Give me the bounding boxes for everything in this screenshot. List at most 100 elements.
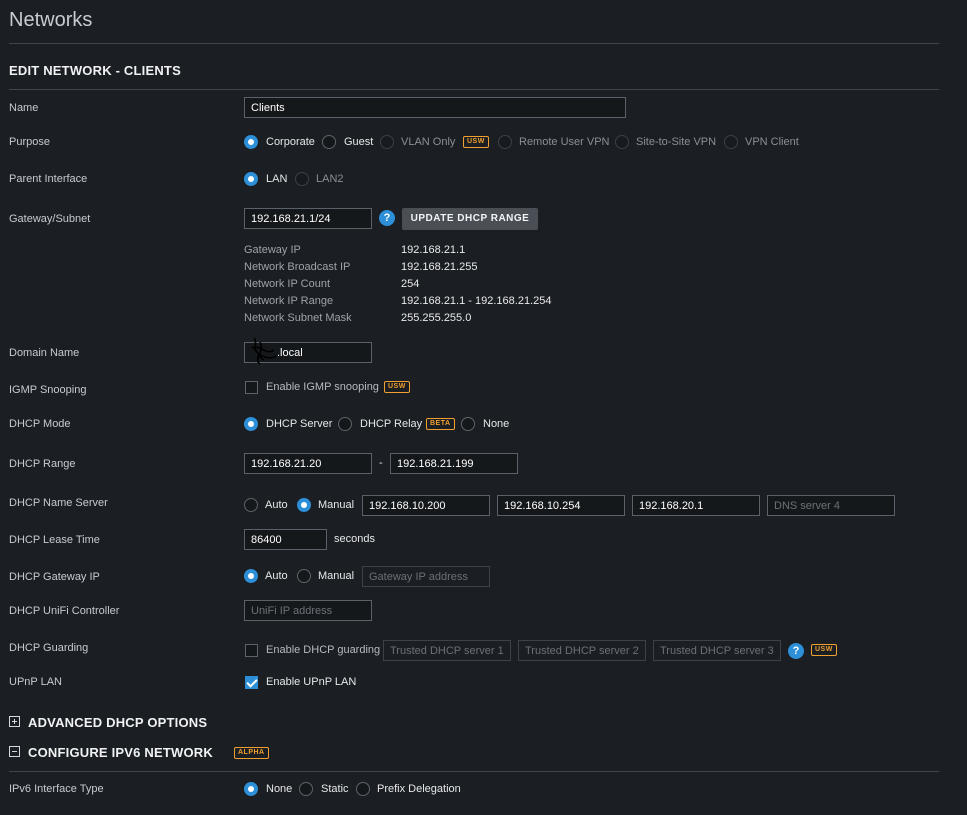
parent-lan-label: LAN bbox=[266, 173, 288, 185]
gateway-ip-manual-radio[interactable] bbox=[297, 569, 311, 583]
lease-time-input[interactable] bbox=[244, 529, 327, 550]
igmp-snooping-label: IGMP Snooping bbox=[9, 384, 87, 396]
name-server-manual-radio[interactable] bbox=[297, 498, 311, 512]
dns-server-2-input[interactable] bbox=[497, 495, 625, 516]
name-input[interactable] bbox=[244, 97, 626, 118]
dhcp-guarding-checkbox[interactable] bbox=[245, 644, 258, 657]
domain-name-label: Domain Name bbox=[9, 347, 80, 359]
ipv6-prefix-delegation-radio[interactable] bbox=[356, 782, 370, 796]
purpose-guest-radio[interactable] bbox=[322, 135, 336, 149]
divider bbox=[9, 771, 939, 772]
dhcp-guarding-label: DHCP Guarding bbox=[9, 642, 89, 654]
dhcp-lease-time-label: DHCP Lease Time bbox=[9, 534, 100, 546]
gateway-subnet-label: Gateway/Subnet bbox=[9, 213, 91, 225]
purpose-vlan-only-radio[interactable] bbox=[380, 135, 394, 149]
trusted-dhcp-server-2-input[interactable] bbox=[518, 640, 646, 661]
igmp-snooping-checkbox[interactable] bbox=[245, 381, 258, 394]
upnp-lan-option-label: Enable UPnP LAN bbox=[266, 676, 357, 688]
dhcp-unifi-controller-label: DHCP UniFi Controller bbox=[9, 605, 120, 617]
scribble-redaction bbox=[251, 337, 277, 365]
dhcp-none-label: None bbox=[483, 418, 510, 430]
dns-server-1-input[interactable] bbox=[362, 495, 490, 516]
dhcp-range-label: DHCP Range bbox=[9, 458, 76, 470]
usw-badge: USW bbox=[463, 136, 489, 148]
ipv6-static-label: Static bbox=[321, 783, 349, 795]
dns-server-4-input[interactable] bbox=[767, 495, 895, 516]
dns-server-3-input[interactable] bbox=[632, 495, 760, 516]
purpose-label: Purpose bbox=[9, 136, 50, 148]
help-icon[interactable]: ? bbox=[379, 210, 395, 226]
name-label: Name bbox=[9, 102, 39, 114]
usw-badge: USW bbox=[384, 381, 410, 393]
update-dhcp-range-button[interactable]: UPDATE DHCP RANGE bbox=[402, 208, 538, 230]
advanced-dhcp-options-header[interactable]: ADVANCED DHCP OPTIONS bbox=[28, 715, 207, 730]
upnp-lan-checkbox[interactable] bbox=[245, 676, 258, 689]
broadcast-info-label: Network Broadcast IP bbox=[244, 261, 351, 273]
gateway-ip-manual-label: Manual bbox=[318, 570, 355, 582]
ipv6-prefix-delegation-label: Prefix Delegation bbox=[377, 783, 461, 795]
dhcp-mode-label: DHCP Mode bbox=[9, 418, 71, 430]
purpose-site-vpn-label: Site-to-Site VPN bbox=[636, 136, 717, 148]
help-icon[interactable]: ? bbox=[788, 643, 804, 659]
configure-ipv6-header[interactable]: CONFIGURE IPV6 NETWORK bbox=[28, 745, 213, 760]
gateway-ip-input[interactable] bbox=[362, 566, 490, 587]
ip-range-info-value: 192.168.21.1 - 192.168.21.254 bbox=[401, 295, 552, 307]
ipv6-none-radio[interactable] bbox=[244, 782, 258, 796]
gateway-ip-auto-label: Auto bbox=[265, 570, 288, 582]
ip-range-info-label: Network IP Range bbox=[244, 295, 334, 307]
lease-time-unit: seconds bbox=[334, 533, 375, 545]
parent-interface-label: Parent Interface bbox=[9, 173, 88, 185]
ip-count-info-value: 254 bbox=[401, 278, 420, 290]
broadcast-info-value: 192.168.21.255 bbox=[401, 261, 478, 273]
name-server-auto-label: Auto bbox=[265, 499, 288, 511]
expand-icon[interactable] bbox=[9, 716, 20, 727]
dhcp-relay-label: DHCP Relay bbox=[360, 418, 423, 430]
name-server-auto-radio[interactable] bbox=[244, 498, 258, 512]
ipv6-static-radio[interactable] bbox=[299, 782, 313, 796]
name-server-manual-label: Manual bbox=[318, 499, 355, 511]
usw-badge: USW bbox=[811, 644, 837, 656]
page-title: Networks bbox=[9, 9, 93, 31]
ip-count-info-label: Network IP Count bbox=[244, 278, 331, 290]
purpose-corporate-label: Corporate bbox=[266, 136, 315, 148]
dhcp-server-radio[interactable] bbox=[244, 417, 258, 431]
dhcp-relay-radio[interactable] bbox=[338, 417, 352, 431]
purpose-site-vpn-radio[interactable] bbox=[615, 135, 629, 149]
gateway-ip-auto-radio[interactable] bbox=[244, 569, 258, 583]
beta-badge: BETA bbox=[426, 418, 455, 430]
ipv6-none-label: None bbox=[266, 783, 293, 795]
purpose-vpn-client-label: VPN Client bbox=[745, 136, 799, 148]
parent-lan2-radio[interactable] bbox=[295, 172, 309, 186]
dhcp-range-start-input[interactable] bbox=[244, 453, 372, 474]
purpose-remote-vpn-label: Remote User VPN bbox=[519, 136, 610, 148]
divider bbox=[9, 89, 939, 90]
dhcp-name-server-label: DHCP Name Server bbox=[9, 497, 108, 509]
purpose-vpn-client-radio[interactable] bbox=[724, 135, 738, 149]
purpose-corporate-radio[interactable] bbox=[244, 135, 258, 149]
trusted-dhcp-server-3-input[interactable] bbox=[653, 640, 781, 661]
purpose-guest-label: Guest bbox=[344, 136, 374, 148]
ipv6-interface-type-label: IPv6 Interface Type bbox=[9, 783, 104, 795]
dhcp-range-separator: - bbox=[379, 457, 383, 469]
collapse-icon[interactable] bbox=[9, 746, 20, 757]
unifi-controller-input[interactable] bbox=[244, 600, 372, 621]
dhcp-gateway-ip-label: DHCP Gateway IP bbox=[9, 571, 100, 583]
alpha-badge: ALPHA bbox=[234, 747, 269, 759]
upnp-lan-label: UPnP LAN bbox=[9, 676, 62, 688]
purpose-remote-vpn-radio[interactable] bbox=[498, 135, 512, 149]
parent-lan2-label: LAN2 bbox=[316, 173, 344, 185]
parent-lan-radio[interactable] bbox=[244, 172, 258, 186]
subnet-mask-info-value: 255.255.255.0 bbox=[401, 312, 472, 324]
dhcp-range-end-input[interactable] bbox=[390, 453, 518, 474]
dhcp-none-radio[interactable] bbox=[461, 417, 475, 431]
section-title: EDIT NETWORK - CLIENTS bbox=[9, 63, 181, 78]
gateway-ip-info-value: 192.168.21.1 bbox=[401, 244, 466, 256]
divider bbox=[9, 43, 939, 44]
purpose-vlan-only-label: VLAN Only bbox=[401, 136, 456, 148]
gateway-ip-info-label: Gateway IP bbox=[244, 244, 301, 256]
igmp-snooping-option-label: Enable IGMP snooping bbox=[266, 381, 379, 393]
trusted-dhcp-server-1-input[interactable] bbox=[383, 640, 511, 661]
gateway-subnet-input[interactable] bbox=[244, 208, 372, 229]
dhcp-server-label: DHCP Server bbox=[266, 418, 333, 430]
subnet-mask-info-label: Network Subnet Mask bbox=[244, 312, 352, 324]
